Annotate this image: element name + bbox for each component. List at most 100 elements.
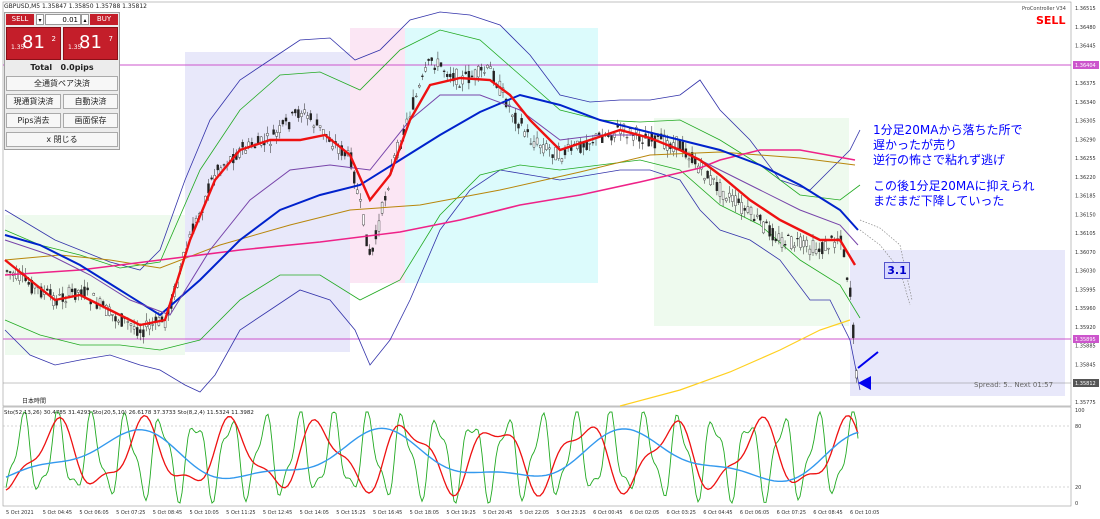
candle-body bbox=[151, 324, 154, 326]
screen-save-button[interactable]: 画面保存 bbox=[63, 113, 118, 128]
candle-body bbox=[73, 288, 77, 300]
price-chart[interactable]: 1.365151.364801.364451.364101.363751.363… bbox=[0, 0, 1100, 519]
candle-body bbox=[526, 129, 529, 133]
sell-tab-button[interactable]: SELL bbox=[6, 14, 34, 25]
price-axis-label: 1.35845 bbox=[1075, 362, 1096, 368]
price-axis-label: 1.36445 bbox=[1075, 44, 1096, 50]
time-axis-label: 5 Oct 11:25 bbox=[226, 510, 255, 516]
price-axis-label: 1.35995 bbox=[1075, 287, 1096, 293]
time-axis-label: 5 Oct 14:05 bbox=[300, 510, 329, 516]
lot-dropdown-icon[interactable]: ▾ bbox=[36, 14, 44, 25]
candle-body bbox=[610, 135, 613, 141]
candle-body bbox=[272, 129, 275, 135]
candle-body bbox=[46, 288, 49, 291]
time-axis-label: 6 Oct 08:45 bbox=[813, 510, 842, 516]
candle-body bbox=[790, 236, 793, 249]
pips-clear-button[interactable]: Pips消去 bbox=[6, 113, 61, 128]
candle-body bbox=[551, 154, 554, 158]
buy-tab-button[interactable]: BUY bbox=[90, 14, 118, 25]
close-current-pair-button[interactable]: 現通貨決済 bbox=[6, 94, 61, 109]
candle-body bbox=[359, 199, 362, 202]
svg-text:0: 0 bbox=[1075, 501, 1078, 507]
candle-body bbox=[449, 73, 452, 78]
candle-body bbox=[427, 58, 430, 61]
trade-panel-header: SELL ▾ 0.01 ▴ BUY bbox=[5, 13, 119, 26]
candle-body bbox=[415, 95, 418, 98]
pips-badge[interactable]: 3.1 bbox=[884, 262, 910, 279]
session-boxes bbox=[5, 28, 1065, 396]
candle-body bbox=[520, 118, 523, 124]
candle-body bbox=[529, 143, 533, 145]
candle-body bbox=[331, 146, 334, 150]
price-axis-label: 1.36105 bbox=[1075, 231, 1096, 237]
candle-body bbox=[356, 189, 359, 194]
candle-body bbox=[163, 320, 167, 328]
candle-body bbox=[483, 72, 486, 74]
close-panel-button[interactable]: x 閉じる bbox=[6, 132, 118, 147]
candle-body bbox=[641, 142, 644, 144]
candle-body bbox=[849, 287, 852, 297]
candle-body bbox=[70, 288, 74, 293]
svg-text:1.35895: 1.35895 bbox=[1075, 337, 1096, 343]
candle-body bbox=[824, 241, 827, 251]
sell-price-button[interactable]: 1.35 81 2 bbox=[6, 27, 61, 60]
price-axis-label: 1.36515 bbox=[1075, 6, 1096, 12]
candle-body bbox=[560, 158, 564, 162]
stochastic-axis: 100 80 20 0 bbox=[1075, 408, 1085, 507]
candle-body bbox=[718, 182, 722, 197]
close-all-pairs-button[interactable]: 全通貨ペア決済 bbox=[6, 76, 118, 91]
time-axis-label: 5 Oct 07:25 bbox=[116, 510, 145, 516]
candle-body bbox=[473, 69, 477, 80]
candle-body bbox=[430, 57, 433, 61]
candle-body bbox=[780, 237, 784, 248]
candle-body bbox=[768, 225, 771, 237]
candle-body bbox=[709, 175, 712, 186]
price-axis-label: 1.35775 bbox=[1075, 400, 1096, 406]
candle-body bbox=[418, 85, 421, 88]
lot-up-icon[interactable]: ▴ bbox=[81, 14, 89, 25]
candle-body bbox=[77, 289, 80, 293]
candle-body bbox=[725, 198, 728, 202]
candle-body bbox=[436, 58, 440, 67]
candle-body bbox=[111, 314, 114, 316]
candle-body bbox=[765, 221, 768, 224]
candle-body bbox=[548, 147, 551, 150]
candle-body bbox=[464, 71, 467, 74]
chart-symbol-header: GBPUSD,M5 1.35847 1.35850 1.35788 1.3581… bbox=[4, 3, 147, 10]
buy-price-button[interactable]: 1.35 81 7 bbox=[63, 27, 118, 60]
price-axis-label: 1.36305 bbox=[1075, 119, 1096, 125]
price-axis-label: 1.36220 bbox=[1075, 175, 1096, 181]
candle-body bbox=[737, 198, 740, 204]
candle-body bbox=[740, 202, 743, 214]
total-label: Total bbox=[30, 63, 53, 72]
candle-body bbox=[653, 135, 657, 149]
time-axis-label: 5 Oct 22:05 bbox=[520, 510, 549, 516]
time-axis-label: 5 Oct 08:45 bbox=[153, 510, 182, 516]
candle-body bbox=[539, 144, 542, 149]
candle-body bbox=[362, 214, 365, 226]
price-axis-label: 1.36255 bbox=[1075, 156, 1096, 162]
candle-body bbox=[241, 142, 244, 148]
price-axis-label: 1.36150 bbox=[1075, 212, 1096, 218]
time-axis-label: 6 Oct 00:45 bbox=[593, 510, 622, 516]
candle-body bbox=[734, 195, 737, 206]
candle-body bbox=[535, 137, 539, 145]
candle-body bbox=[687, 158, 691, 161]
svg-text:1.35812: 1.35812 bbox=[1075, 381, 1096, 387]
candle-body bbox=[294, 109, 297, 114]
price-axis-label: 1.35885 bbox=[1075, 344, 1096, 350]
candle-body bbox=[300, 113, 303, 117]
auto-close-button[interactable]: 自動決済 bbox=[63, 94, 118, 109]
candle-body bbox=[771, 228, 774, 241]
candle-body bbox=[421, 75, 424, 77]
candle-body bbox=[439, 62, 443, 67]
candle-body bbox=[27, 282, 30, 285]
lot-size-input[interactable]: 0.01 bbox=[45, 14, 81, 25]
candle-body bbox=[805, 239, 808, 247]
candle-body bbox=[470, 75, 474, 78]
candle-body bbox=[486, 64, 489, 69]
time-axis-label: 5 Oct 20:45 bbox=[483, 510, 512, 516]
time-axis-label: 6 Oct 04:45 bbox=[703, 510, 732, 516]
svg-text:20: 20 bbox=[1075, 485, 1081, 491]
candle-body bbox=[756, 214, 759, 217]
